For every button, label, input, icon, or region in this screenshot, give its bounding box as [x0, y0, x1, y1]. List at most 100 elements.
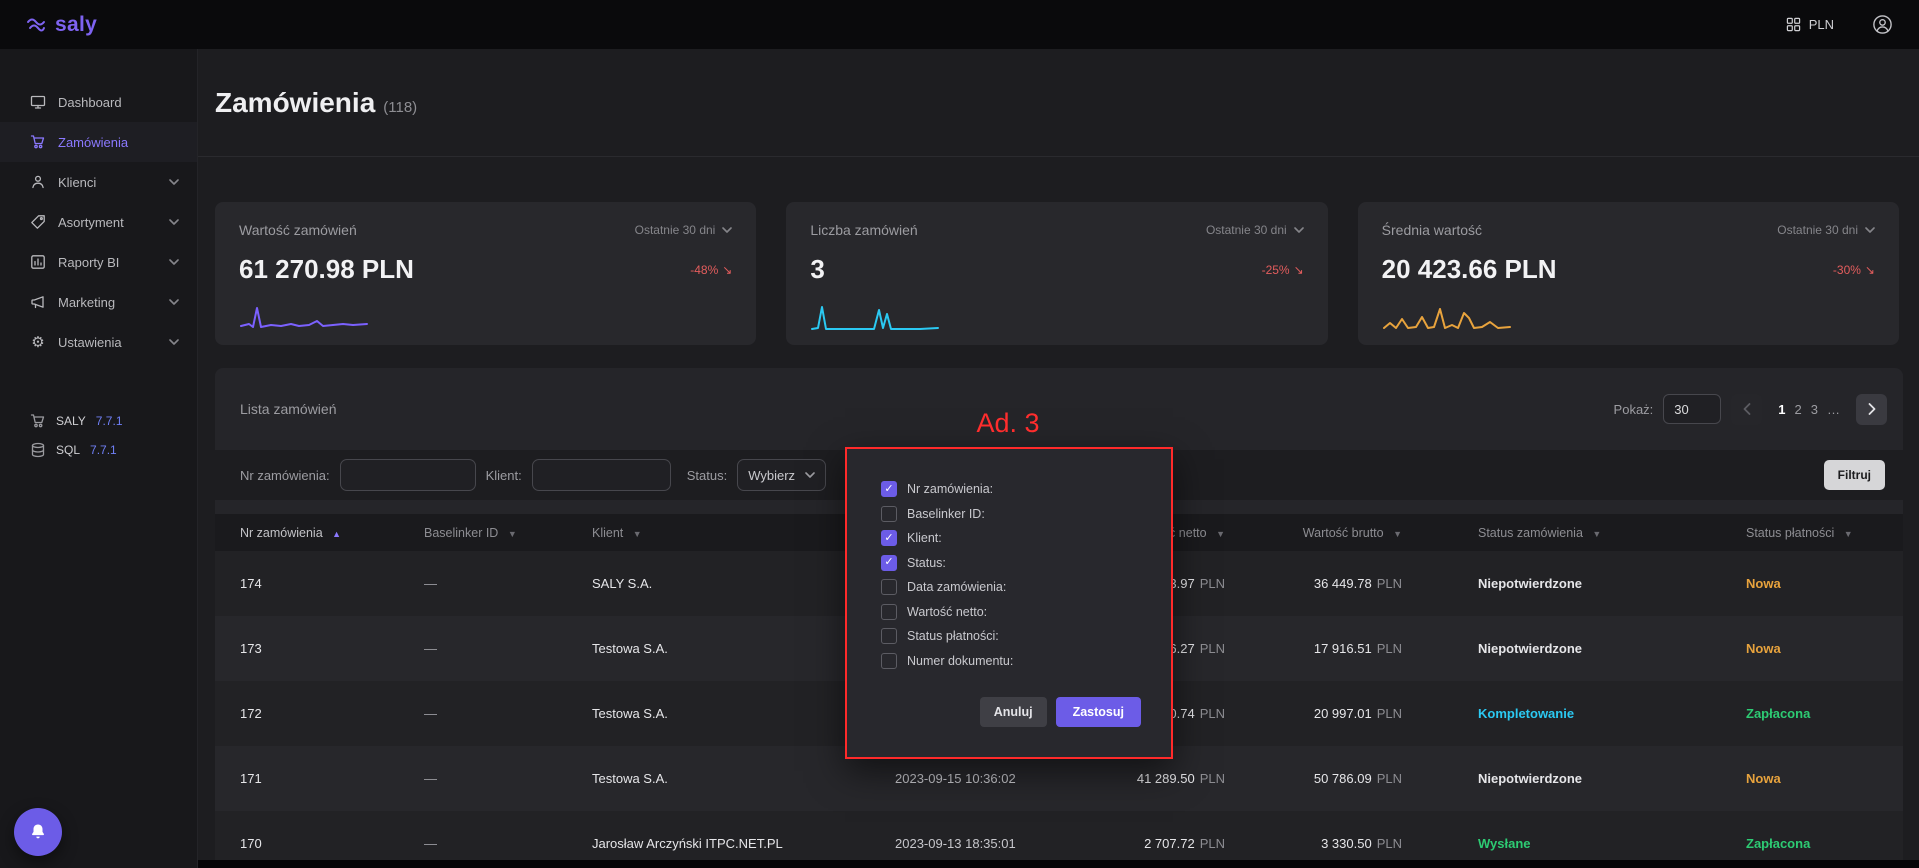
status-filter-select[interactable]: Wybierz: [737, 459, 826, 491]
cell-baselinker-id: —: [424, 706, 592, 721]
cancel-button[interactable]: Anuluj: [980, 697, 1047, 727]
bottom-strip: [0, 860, 1919, 868]
checkbox-status[interactable]: ✓ Status:: [881, 551, 1171, 576]
order-number-filter-input[interactable]: [340, 459, 476, 491]
checkbox-nr-zamowienia[interactable]: ✓ Nr zamówienia:: [881, 477, 1171, 502]
next-page-button[interactable]: [1856, 394, 1887, 425]
checkbox-status-platnosci[interactable]: ✓ Status płatności:: [881, 624, 1171, 649]
cell-net-value: 41 289.50PLN: [1090, 771, 1225, 786]
checkbox-data-zamowienia[interactable]: ✓ Data zamówienia:: [881, 575, 1171, 600]
show-label: Pokaż:: [1614, 402, 1654, 417]
cell-order-number: 174: [240, 576, 424, 591]
period-selector[interactable]: Ostatnie 30 dni: [1777, 223, 1875, 237]
card-title: Średnia wartość: [1382, 222, 1482, 238]
chevron-down-icon: [1294, 227, 1304, 233]
app-root: saly PLN Dashboard: [0, 0, 1919, 868]
chevron-down-icon: [169, 179, 179, 185]
trend-down-icon: ↘: [1294, 263, 1304, 277]
page-size-input[interactable]: [1663, 394, 1721, 424]
col-header-wartosc-brutto[interactable]: Wartość brutto ▼: [1225, 526, 1402, 540]
checkbox-baselinker-id[interactable]: ✓ Baselinker ID:: [881, 502, 1171, 527]
version-name: SQL: [56, 443, 80, 457]
page-number-1[interactable]: 1: [1778, 402, 1785, 417]
check-icon: ✓: [884, 533, 893, 544]
cell-payment-status: Zapłacona: [1746, 706, 1883, 721]
sidebar-item-asortyment[interactable]: Asortyment: [0, 202, 197, 242]
currency-suffix: PLN: [1200, 641, 1225, 656]
filter-button[interactable]: Filtruj: [1824, 460, 1885, 490]
annotation-ad3: Ad. 3: [938, 408, 1078, 439]
checkbox-numer-dokumentu[interactable]: ✓ Numer dokumentu:: [881, 649, 1171, 674]
sidebar-item-label: Zamówienia: [58, 135, 128, 150]
prev-page-button[interactable]: [1731, 394, 1762, 425]
version-info: SALY 7.7.1 SQL 7.7.1: [0, 406, 197, 464]
sidebar-item-marketing[interactable]: Marketing: [0, 282, 197, 322]
notifications-fab[interactable]: [14, 808, 62, 856]
sidebar-item-klienci[interactable]: Klienci: [0, 162, 197, 202]
checkbox-label: Numer dokumentu:: [907, 654, 1013, 668]
currency-suffix: PLN: [1377, 706, 1402, 721]
cell-order-status: Niepotwierdzone: [1402, 641, 1746, 656]
sidebar-item-ustawienia[interactable]: ⚙ Ustawienia: [0, 322, 197, 362]
status-filter-label: Status:: [687, 468, 727, 483]
card-change: -30% ↘: [1833, 263, 1875, 277]
sidebar-item-zamowienia[interactable]: Zamówienia: [0, 122, 197, 162]
cell-net-value: 2 707.72PLN: [1090, 836, 1225, 851]
col-header-status-platnosci[interactable]: Status płatności ▼: [1746, 526, 1883, 540]
saly-logo[interactable]: saly: [26, 13, 97, 37]
sidebar: Dashboard Zamówienia Klienci Asortymen: [0, 49, 198, 868]
sort-desc-icon: ▼: [1393, 529, 1402, 539]
chevron-down-icon: [169, 219, 179, 225]
col-header-nr-zamowienia[interactable]: Nr zamówienia ▲: [240, 526, 424, 540]
checkbox-wartosc-netto[interactable]: ✓ Wartość netto:: [881, 600, 1171, 625]
cell-payment-status: Nowa: [1746, 576, 1883, 591]
currency-suffix: PLN: [1200, 576, 1225, 591]
gross-amount: 17 916.51: [1314, 641, 1372, 656]
checkbox-label: Status:: [907, 556, 946, 570]
sparkline: [1382, 302, 1512, 336]
clients-icon: [30, 174, 46, 190]
stat-cards: Wartość zamówień Ostatnie 30 dni 61 270.…: [215, 202, 1899, 345]
currency-selector[interactable]: PLN: [1786, 17, 1834, 32]
sidebar-item-label: Klienci: [58, 175, 96, 190]
stat-card-order-count: Liczba zamówień Ostatnie 30 dni 3 -25% ↘: [786, 202, 1327, 345]
sidebar-item-dashboard[interactable]: Dashboard: [0, 82, 197, 122]
cell-order-number: 171: [240, 771, 424, 786]
check-icon: ✓: [884, 484, 893, 495]
page-title: Zamówienia(118): [215, 87, 417, 119]
currency-suffix: PLN: [1377, 771, 1402, 786]
cell-baselinker-id: —: [424, 576, 592, 591]
sort-desc-icon: ▼: [1216, 529, 1225, 539]
client-filter-input[interactable]: [532, 459, 671, 491]
page-number-2[interactable]: 2: [1795, 402, 1802, 417]
panel-title: Lista zamówień: [240, 401, 337, 417]
page-number-3[interactable]: 3: [1811, 402, 1818, 417]
period-selector[interactable]: Ostatnie 30 dni: [635, 223, 733, 237]
checkbox-klient[interactable]: ✓ Klient:: [881, 526, 1171, 551]
order-number-filter-label: Nr zamówienia:: [240, 468, 330, 483]
cell-order-number: 172: [240, 706, 424, 721]
col-label: Status zamówienia: [1478, 526, 1583, 540]
sparkline: [810, 302, 940, 336]
checkbox-label: Wartość netto:: [907, 605, 987, 619]
cell-order-status: Wysłane: [1402, 836, 1746, 851]
assortment-icon: [30, 214, 46, 230]
apply-button[interactable]: Zastosuj: [1056, 697, 1141, 727]
period-selector[interactable]: Ostatnie 30 dni: [1206, 223, 1304, 237]
currency-suffix: PLN: [1377, 576, 1402, 591]
card-change: -48% ↘: [690, 263, 732, 277]
chevron-down-icon: [805, 472, 815, 478]
sidebar-nav: Dashboard Zamówienia Klienci Asortymen: [0, 82, 197, 362]
user-menu-button[interactable]: [1872, 14, 1893, 35]
card-value: 3: [810, 254, 824, 285]
sidebar-item-raporty-bi[interactable]: Raporty BI: [0, 242, 197, 282]
col-header-status-zamowienia[interactable]: Status zamówienia ▼: [1402, 526, 1746, 540]
cell-order-number: 170: [240, 836, 424, 851]
period-label: Ostatnie 30 dni: [1777, 223, 1858, 237]
chevron-down-icon: [169, 299, 179, 305]
trend-down-icon: ↘: [1865, 263, 1875, 277]
col-header-baselinker-id[interactable]: Baselinker ID ▼: [424, 526, 592, 540]
cell-gross-value: 20 997.01PLN: [1225, 706, 1402, 721]
gear-icon: ⚙: [30, 334, 46, 350]
checkbox-label: Baselinker ID:: [907, 507, 985, 521]
